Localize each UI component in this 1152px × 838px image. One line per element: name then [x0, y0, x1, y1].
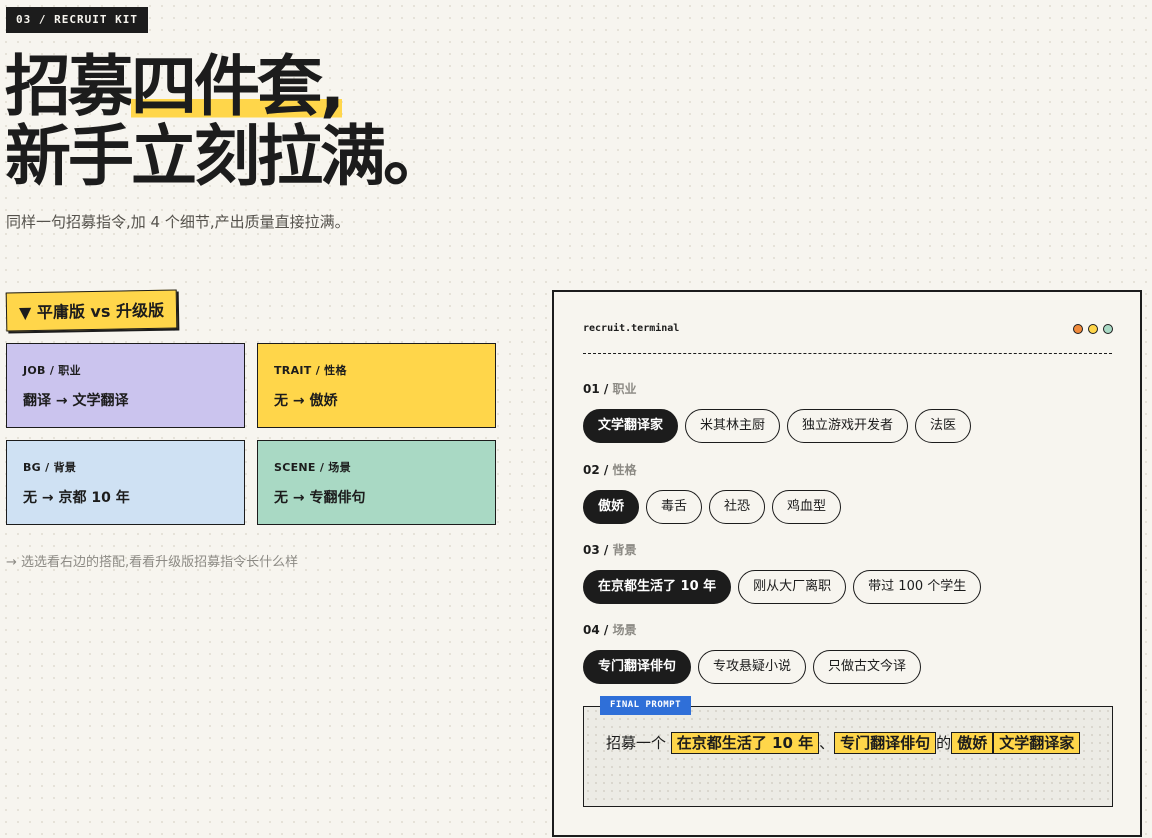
- chip-bg-taught-students[interactable]: 带过 100 个学生: [853, 570, 982, 604]
- chip-trait-energetic[interactable]: 鸡血型: [772, 490, 842, 524]
- section-scene-label: 04 / 场景: [583, 623, 637, 637]
- section-kicker: 03 / RECRUIT KIT: [6, 7, 148, 33]
- card-trait-label: TRAIT / 性格: [274, 364, 347, 377]
- page-subtitle: 同样一句招募指令,加 4 个细节,产出质量直接拉满。: [6, 213, 350, 231]
- section-trait-label: 02 / 性格: [583, 463, 637, 477]
- section-title: 性格: [612, 463, 637, 477]
- terminal-title: recruit.terminal: [583, 323, 680, 334]
- card-trait-value: 无 → 傲娇: [274, 393, 338, 409]
- prompt-prefix: 招募一个: [606, 734, 667, 752]
- chip-trait-tsundere[interactable]: 傲娇: [583, 490, 640, 524]
- card-trait: TRAIT / 性格 无 → 傲娇: [257, 343, 496, 428]
- chip-trait-shy[interactable]: 社恐: [709, 490, 766, 524]
- card-background-label: BG / 背景: [23, 461, 77, 474]
- section-background-label: 03 / 背景: [583, 543, 637, 557]
- card-scene-label: SCENE / 场景: [274, 461, 351, 474]
- section-background: 03 / 背景 在京都生活了 10 年 刚从大厂离职 带过 100 个学生: [583, 541, 982, 604]
- section-job-label: 01 / 职业: [583, 382, 637, 396]
- terminal-divider: [583, 353, 1112, 354]
- slot-trait: 傲娇: [951, 732, 994, 754]
- card-scene-value: 无 → 专翻俳句: [274, 490, 366, 506]
- section-title: 背景: [612, 543, 637, 557]
- slot-scene: 专门翻译俳句: [834, 732, 937, 754]
- card-job-value: 翻译 → 文学翻译: [23, 393, 129, 409]
- comparison-cards: JOB / 职业 翻译 → 文学翻译 TRAIT / 性格 无 → 傲娇 BG …: [6, 343, 496, 525]
- card-job-label: JOB / 职业: [23, 364, 81, 377]
- chip-job-indie-game-dev[interactable]: 独立游戏开发者: [787, 409, 909, 443]
- chip-trait-sharp-tongue[interactable]: 毒舌: [646, 490, 703, 524]
- section-scene: 04 / 场景 专门翻译俳句 专攻悬疑小说 只做古文今译: [583, 621, 922, 684]
- section-title: 场景: [612, 623, 637, 637]
- chip-bg-left-bigtech[interactable]: 刚从大厂离职: [738, 570, 847, 604]
- slot-job: 文学翻译家: [993, 732, 1081, 754]
- final-prompt-text: 招募一个 在京都生活了 10 年、专门翻译俳句的傲娇 文学翻译家: [606, 729, 1090, 757]
- card-scene: SCENE / 场景 无 → 专翻俳句: [257, 440, 496, 525]
- headline-line2: 新手立刻拉满。: [5, 118, 449, 195]
- chip-scene-haiku[interactable]: 专门翻译俳句: [583, 650, 692, 684]
- trait-options: 傲娇 毒舌 社恐 鸡血型: [583, 490, 842, 524]
- section-trait: 02 / 性格 傲娇 毒舌 社恐 鸡血型: [583, 461, 842, 524]
- section-number: 02: [583, 463, 600, 477]
- slot-background: 在京都生活了 10 年: [670, 732, 820, 754]
- section-number: 01: [583, 382, 600, 396]
- section-title: 职业: [612, 382, 637, 396]
- section-number: 04: [583, 623, 600, 637]
- page-headline: 招募四件套, 新手立刻拉满。: [5, 48, 449, 195]
- prompt-separator: 、: [819, 734, 835, 752]
- dot-green-icon: [1103, 324, 1113, 334]
- job-options: 文学翻译家 米其林主厨 独立游戏开发者 法医: [583, 409, 972, 443]
- selection-hint: → 选选看右边的搭配,看看升级版招募指令长什么样: [6, 555, 299, 570]
- scene-options: 专门翻译俳句 专攻悬疑小说 只做古文今译: [583, 650, 922, 684]
- chip-job-michelin-chef[interactable]: 米其林主厨: [685, 409, 781, 443]
- background-options: 在京都生活了 10 年 刚从大厂离职 带过 100 个学生: [583, 570, 982, 604]
- section-number: 03: [583, 543, 600, 557]
- dot-orange-icon: [1073, 324, 1083, 334]
- window-dots: [1073, 324, 1113, 334]
- card-background-value: 无 → 京都 10 年: [23, 490, 130, 506]
- chip-scene-classical[interactable]: 只做古文今译: [813, 650, 922, 684]
- chip-job-forensic[interactable]: 法医: [915, 409, 972, 443]
- headline-highlight: 四件套,: [131, 48, 345, 125]
- recruit-terminal: recruit.terminal 01 / 职业 文学翻译家 米其林主厨 独立游…: [552, 290, 1142, 837]
- comparison-tag: ▼ 平庸版 vs 升级版: [5, 289, 178, 332]
- prompt-connector: 的: [936, 734, 952, 752]
- final-prompt-tag: FINAL PROMPT: [600, 696, 692, 715]
- dot-yellow-icon: [1088, 324, 1098, 334]
- final-prompt-box: FINAL PROMPT 招募一个 在京都生活了 10 年、专门翻译俳句的傲娇文…: [583, 696, 1113, 807]
- headline-prefix: 招募: [5, 48, 134, 125]
- chip-job-literary-translator[interactable]: 文学翻译家: [583, 409, 679, 443]
- chip-scene-mystery[interactable]: 专攻悬疑小说: [698, 650, 807, 684]
- card-job: JOB / 职业 翻译 → 文学翻译: [6, 343, 245, 428]
- chip-bg-kyoto[interactable]: 在京都生活了 10 年: [583, 570, 732, 604]
- section-job: 01 / 职业 文学翻译家 米其林主厨 独立游戏开发者 法医: [583, 380, 972, 443]
- card-background: BG / 背景 无 → 京都 10 年: [6, 440, 245, 525]
